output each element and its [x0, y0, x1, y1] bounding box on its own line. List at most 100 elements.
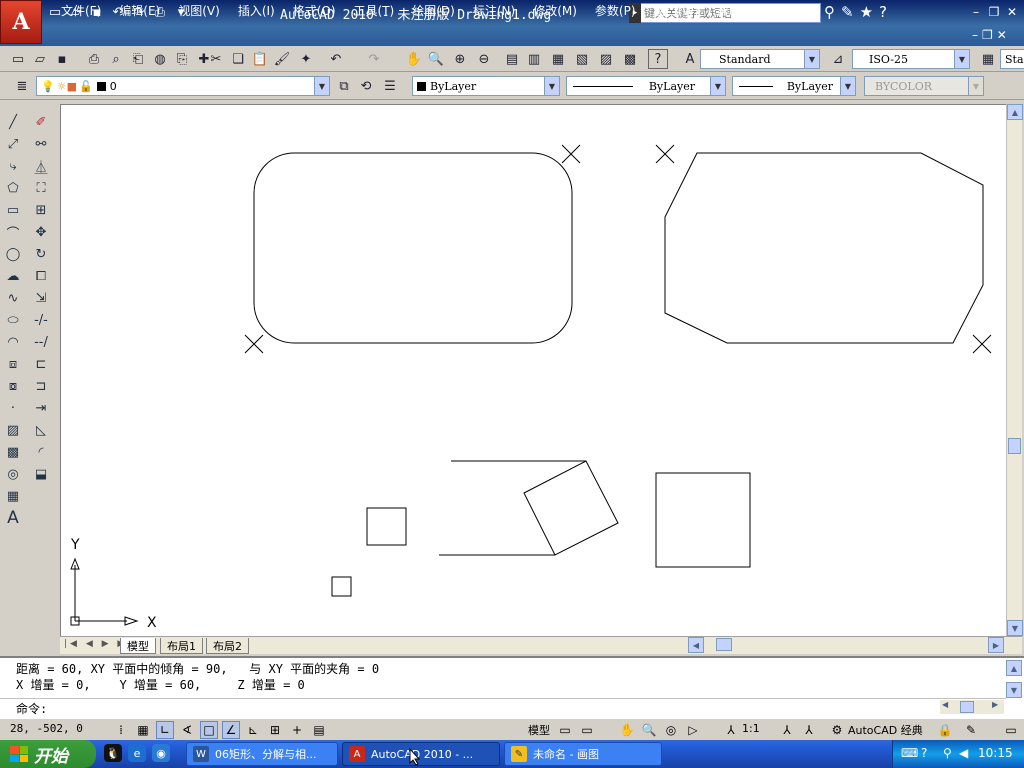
pan-icon[interactable]: ✋ — [404, 49, 424, 69]
ellipse-icon[interactable]: ⬭ — [2, 310, 24, 330]
start-button[interactable]: 开始 — [0, 740, 96, 768]
doc-close-icon[interactable]: ✕ — [997, 28, 1007, 42]
dynamic-ucs-icon[interactable]: ⊾ — [244, 721, 262, 739]
match-properties-icon[interactable]: 🖌 — [272, 49, 292, 69]
scale-icon[interactable]: ⧠ — [30, 266, 52, 286]
cmd-hscroll[interactable]: ◀ ▶ — [940, 700, 1004, 714]
join-icon[interactable]: ⇥ — [30, 398, 52, 418]
make-current-layer-icon[interactable]: ⧉ — [334, 76, 354, 96]
tab-model[interactable]: 模型 — [120, 638, 156, 654]
plot-preview-icon[interactable]: ⌕ — [106, 49, 126, 69]
circle-icon[interactable]: ◯ — [2, 244, 24, 264]
doc-minimize-icon[interactable]: – — [972, 28, 978, 42]
offset-icon[interactable]: ⛶ — [30, 178, 52, 198]
table-icon[interactable]: ▦ — [2, 486, 24, 506]
restore-icon[interactable]: ❐ — [986, 4, 1002, 20]
layer-properties-icon[interactable]: ≣ — [12, 76, 32, 96]
horizontal-scrollbar[interactable]: ◀ ▶ — [688, 637, 1004, 653]
taskbar-item-word[interactable]: W 06矩形、分解与相... — [186, 742, 338, 766]
design-center-icon[interactable]: ▥ — [524, 49, 544, 69]
annotation-scale-value[interactable]: 1:1 — [742, 722, 760, 735]
menu-item-11[interactable]: 帮助(H) — [708, 2, 768, 19]
close-icon[interactable]: ✕ — [1004, 4, 1020, 20]
ortho-mode-icon[interactable]: ∟ — [156, 721, 174, 739]
color-select[interactable]: ByLayer ▼ — [412, 76, 560, 96]
quick-view-layouts-icon[interactable]: ▭ — [556, 721, 574, 739]
revision-cloud-icon[interactable]: ☁ — [2, 266, 24, 286]
cmd-scroll-down-icon[interactable]: ▼ — [1006, 682, 1022, 698]
cmd-scroll-up-icon[interactable]: ▲ — [1006, 660, 1022, 676]
trim-icon[interactable]: -/- — [30, 310, 52, 330]
spline-icon[interactable]: ∿ — [2, 288, 24, 308]
gradient-icon[interactable]: ▩ — [2, 442, 24, 462]
star-icon[interactable]: ★ — [860, 3, 873, 21]
scroll-right-icon[interactable]: ▶ — [988, 637, 1004, 653]
table-style-icon[interactable]: ▦ — [978, 49, 998, 69]
menu-item-2[interactable]: 视图(V) — [169, 2, 229, 19]
stretch-icon[interactable]: ⇲ — [30, 288, 52, 308]
scroll-left-icon[interactable]: ◀ — [688, 637, 704, 653]
fillet-icon[interactable]: ◜ — [30, 442, 52, 462]
array-icon[interactable]: ⊞ — [30, 200, 52, 220]
menu-item-10[interactable]: 窗口(W) — [645, 2, 708, 19]
region-icon[interactable]: ◎ — [2, 464, 24, 484]
hatch-icon[interactable]: ▨ — [2, 420, 24, 440]
keyboard-icon[interactable]: ⌨ — [901, 746, 918, 760]
taskbar-item-autocad[interactable]: A AutoCAD 2010 - ... — [342, 742, 500, 766]
linetype-select[interactable]: ByLayer ▼ — [566, 76, 726, 96]
snap-mode-icon[interactable]: ⁞ — [112, 721, 130, 739]
object-snap-icon[interactable]: □ — [200, 721, 218, 739]
grid-display-icon[interactable]: ▦ — [134, 721, 152, 739]
construction-line-icon[interactable]: ⤢ — [2, 134, 24, 154]
arc-icon[interactable]: ⌒ — [2, 222, 24, 242]
layer-previous-icon[interactable]: ⟲ — [356, 76, 376, 96]
insert-block-icon[interactable]: ⧈ — [2, 354, 24, 374]
zoom-window-icon[interactable]: ⊕ — [450, 49, 470, 69]
drawing-area[interactable]: Y X — [60, 104, 1006, 636]
chamfer-icon[interactable]: ◺ — [30, 420, 52, 440]
make-block-icon[interactable]: ⧇ — [2, 376, 24, 396]
command-input-row[interactable]: 命令: ◀ ▶ — [0, 698, 1006, 716]
clean-screen-icon[interactable]: ▭ — [1002, 721, 1020, 739]
vertical-scroll-thumb[interactable] — [1008, 438, 1021, 454]
scroll-left-icon[interactable]: ◀ — [942, 700, 948, 709]
menu-item-8[interactable]: 修改(M) — [524, 2, 586, 19]
workspace-gear-icon[interactable]: ⚙ — [828, 721, 846, 739]
hardware-acceleration-icon[interactable]: ✎ — [962, 721, 980, 739]
scroll-up-icon[interactable]: ▲ — [1007, 104, 1023, 120]
rotate-icon[interactable]: ↻ — [30, 244, 52, 264]
help-tray-icon[interactable]: ? — [921, 746, 927, 760]
text-style-icon[interactable]: A — [680, 49, 700, 69]
zoom-previous-icon[interactable]: ⊖ — [474, 49, 494, 69]
annotation-scale-icon[interactable]: ⅄ — [722, 721, 740, 739]
redo-icon[interactable]: ↷ — [364, 49, 384, 69]
lineweight-select[interactable]: ByLayer ▼ — [732, 76, 856, 96]
layer-select[interactable]: 💡 ☼ ■ 🔓 0 ▼ — [36, 76, 330, 96]
tools-icon[interactable]: ✎ — [841, 3, 854, 21]
cmd-scroll-thumb[interactable] — [960, 701, 974, 713]
dim-style-icon[interactable]: ⊿ — [828, 49, 848, 69]
media-icon[interactable]: ◉ — [152, 744, 170, 762]
coordinate-display[interactable]: 28, -502, 0 — [10, 722, 83, 735]
calculator-icon[interactable]: ▩ — [620, 49, 640, 69]
quick-view-drawings-icon[interactable]: ▭ — [578, 721, 596, 739]
copy-object-icon[interactable]: ⚯ — [30, 134, 52, 154]
properties-icon[interactable]: ▤ — [502, 49, 522, 69]
undo-icon[interactable]: ↶ — [326, 49, 346, 69]
menu-item-9[interactable]: 参数(P) — [586, 2, 645, 19]
extend-icon[interactable]: --/ — [30, 332, 52, 352]
erase-icon[interactable]: ✐ — [30, 112, 52, 132]
sheet-set-icon[interactable]: ▧ — [572, 49, 592, 69]
lineweight-icon[interactable]: + — [288, 721, 306, 739]
polyline-icon[interactable]: ⤷ — [2, 156, 24, 176]
save-icon[interactable]: ▪ — [52, 49, 72, 69]
dim-style-select[interactable]: ISO-25 ▼ — [852, 49, 970, 69]
scroll-right-icon[interactable]: ▶ — [992, 700, 998, 709]
qq-icon[interactable]: 🐧 — [104, 744, 122, 762]
plot-icon[interactable]: ⎙ — [84, 49, 104, 69]
minimize-icon[interactable]: – — [968, 4, 984, 20]
tab-layout2[interactable]: 布局2 — [206, 638, 249, 654]
line-icon[interactable]: ╱ — [2, 112, 24, 132]
quick-properties-icon[interactable]: ▤ — [310, 721, 328, 739]
showmotion-icon[interactable]: ▷ — [684, 721, 702, 739]
